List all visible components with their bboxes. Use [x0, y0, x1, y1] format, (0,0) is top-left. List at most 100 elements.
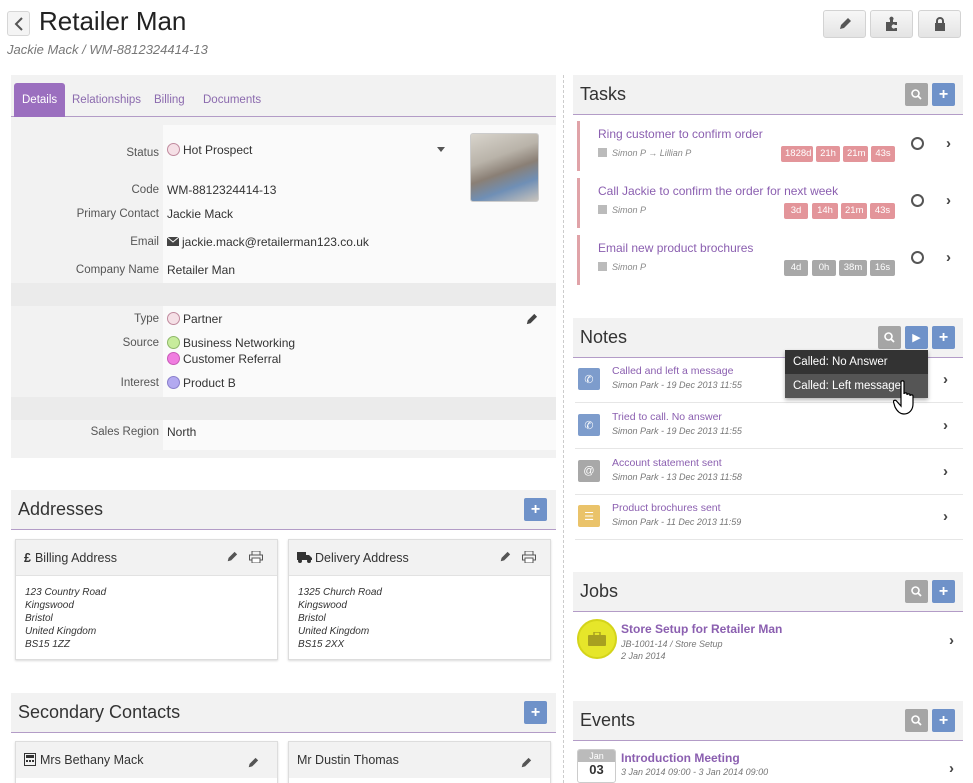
secondary-contacts-title: Secondary Contacts	[18, 702, 181, 722]
tab-details[interactable]: Details	[14, 83, 66, 117]
tasks-header: Tasks +	[573, 75, 963, 115]
time-badge-seconds: 43s	[871, 146, 895, 162]
address-line: Bristol	[298, 613, 326, 624]
task-item[interactable]: Email new product brochures Simon P 4d 0…	[577, 235, 963, 285]
chevron-right-icon[interactable]: ›	[946, 192, 951, 209]
chevron-right-icon[interactable]: ›	[949, 760, 954, 777]
add-event-button[interactable]: +	[932, 709, 955, 732]
note-title[interactable]: Called and left a message	[612, 365, 733, 377]
task-title[interactable]: Ring customer to confirm order	[598, 127, 763, 141]
add-note-button[interactable]: +	[932, 326, 955, 349]
chevron-right-icon[interactable]: ›	[946, 249, 951, 266]
caret-down-icon	[437, 147, 445, 152]
print-delivery-address-button[interactable]	[522, 550, 536, 566]
status-select[interactable]: Hot Prospect	[167, 143, 457, 157]
plus-icon: +	[530, 500, 541, 518]
complete-task-toggle[interactable]	[911, 137, 924, 150]
chevron-right-icon[interactable]: ›	[943, 463, 948, 480]
play-icon: ▶	[912, 332, 921, 344]
note-title[interactable]: Tried to call. No answer	[612, 411, 722, 423]
puzzle-icon	[885, 16, 897, 31]
address-line: Kingswood	[25, 600, 74, 611]
delivery-address-title: Delivery Address	[297, 551, 409, 565]
note-title[interactable]: Product brochures sent	[612, 502, 721, 514]
edit-delivery-address-button[interactable]	[499, 551, 511, 566]
source-value-2: Customer Referral	[183, 352, 282, 366]
address-line: 1325 Church Road	[298, 587, 382, 598]
chevron-right-icon[interactable]: ›	[949, 632, 954, 649]
type-value-row: Partner	[167, 312, 222, 326]
address-line: United Kingdom	[298, 626, 370, 637]
edit-billing-address-button[interactable]	[226, 551, 238, 566]
truck-icon	[297, 552, 312, 563]
note-title[interactable]: Account statement sent	[612, 457, 722, 469]
sales-region-label: Sales Region	[90, 426, 159, 438]
note-item[interactable]: ☰ Product brochures sent Simon Park - 11…	[575, 495, 963, 540]
chevron-right-icon[interactable]: ›	[943, 508, 948, 525]
back-button[interactable]	[7, 11, 30, 36]
document-icon: ☰	[578, 505, 600, 527]
add-job-button[interactable]: +	[932, 580, 955, 603]
edit-button[interactable]	[823, 10, 866, 38]
status-label: Status	[126, 147, 159, 159]
search-tasks-button[interactable]	[905, 83, 928, 106]
tab-documents[interactable]: Documents	[195, 83, 269, 117]
contact-name[interactable]: Mrs Bethany Mack	[24, 753, 144, 767]
search-notes-button[interactable]	[878, 326, 901, 349]
edit-contact-button[interactable]	[520, 757, 532, 772]
phone-icon: ✆	[578, 368, 600, 390]
task-title[interactable]: Email new product brochures	[598, 241, 753, 255]
lock-button[interactable]	[918, 10, 961, 38]
chevron-right-icon[interactable]: ›	[943, 417, 948, 434]
time-badge-hours: 14h	[812, 203, 838, 219]
briefcase-icon	[577, 619, 617, 659]
note-item[interactable]: @ Account statement sent Simon Park - 13…	[575, 450, 963, 495]
primary-contact-value[interactable]: Jackie Mack	[167, 207, 233, 221]
event-title[interactable]: Introduction Meeting	[621, 751, 740, 765]
complete-task-toggle[interactable]	[911, 251, 924, 264]
search-jobs-button[interactable]	[905, 580, 928, 603]
tab-relationships[interactable]: Relationships	[64, 83, 149, 117]
add-contact-button[interactable]: +	[524, 701, 547, 724]
email-label: Email	[130, 236, 159, 248]
user-icon	[598, 205, 607, 214]
card-header: £ Billing Address	[16, 540, 277, 576]
primary-contact-label: Primary Contact	[76, 208, 159, 220]
task-item[interactable]: Call Jackie to confirm the order for nex…	[577, 178, 963, 228]
pencil-icon	[227, 551, 238, 562]
column-divider	[563, 75, 564, 783]
pencil-icon	[526, 313, 538, 325]
calculator-icon	[24, 753, 36, 766]
user-icon	[598, 148, 607, 157]
chevron-right-icon[interactable]: ›	[943, 371, 948, 388]
add-task-button[interactable]: +	[932, 83, 955, 106]
events-title: Events	[580, 710, 636, 730]
task-title[interactable]: Call Jackie to confirm the order for nex…	[598, 184, 838, 198]
edit-contact-button[interactable]	[247, 757, 259, 772]
print-billing-address-button[interactable]	[249, 550, 263, 566]
contact-photo[interactable]	[470, 133, 539, 202]
task-item[interactable]: Ring customer to confirm order Simon P →…	[577, 121, 963, 171]
quick-note-button[interactable]: ▶	[905, 326, 928, 349]
note-meta: Simon Park - 19 Dec 2013 11:55	[612, 426, 742, 436]
interest-value: Product B	[183, 376, 236, 390]
pencil-icon	[248, 757, 259, 768]
chevron-right-icon[interactable]: ›	[946, 135, 951, 152]
job-date: 2 Jan 2014	[621, 651, 666, 661]
pencil-icon	[839, 18, 851, 29]
billing-address-lines: 123 Country Road Kingswood Bristol Unite…	[16, 576, 277, 661]
email-link[interactable]: jackie.mack@retailerman123.co.uk	[166, 235, 369, 249]
add-address-button[interactable]: +	[524, 498, 547, 521]
delivery-address-lines: 1325 Church Road Kingswood Bristol Unite…	[289, 576, 550, 661]
job-title[interactable]: Store Setup for Retailer Man	[621, 622, 782, 636]
contact-name[interactable]: Mr Dustin Thomas	[297, 753, 399, 767]
time-badge-minutes: 38m	[839, 260, 867, 276]
edit-classification-button[interactable]	[525, 313, 538, 329]
addons-button[interactable]	[870, 10, 913, 38]
complete-task-toggle[interactable]	[911, 194, 924, 207]
jobs-header: Jobs +	[573, 572, 963, 612]
search-icon	[884, 332, 895, 343]
menu-item-called-no-answer[interactable]: Called: No Answer	[785, 350, 928, 374]
tab-billing[interactable]: Billing	[146, 83, 193, 117]
search-events-button[interactable]	[905, 709, 928, 732]
